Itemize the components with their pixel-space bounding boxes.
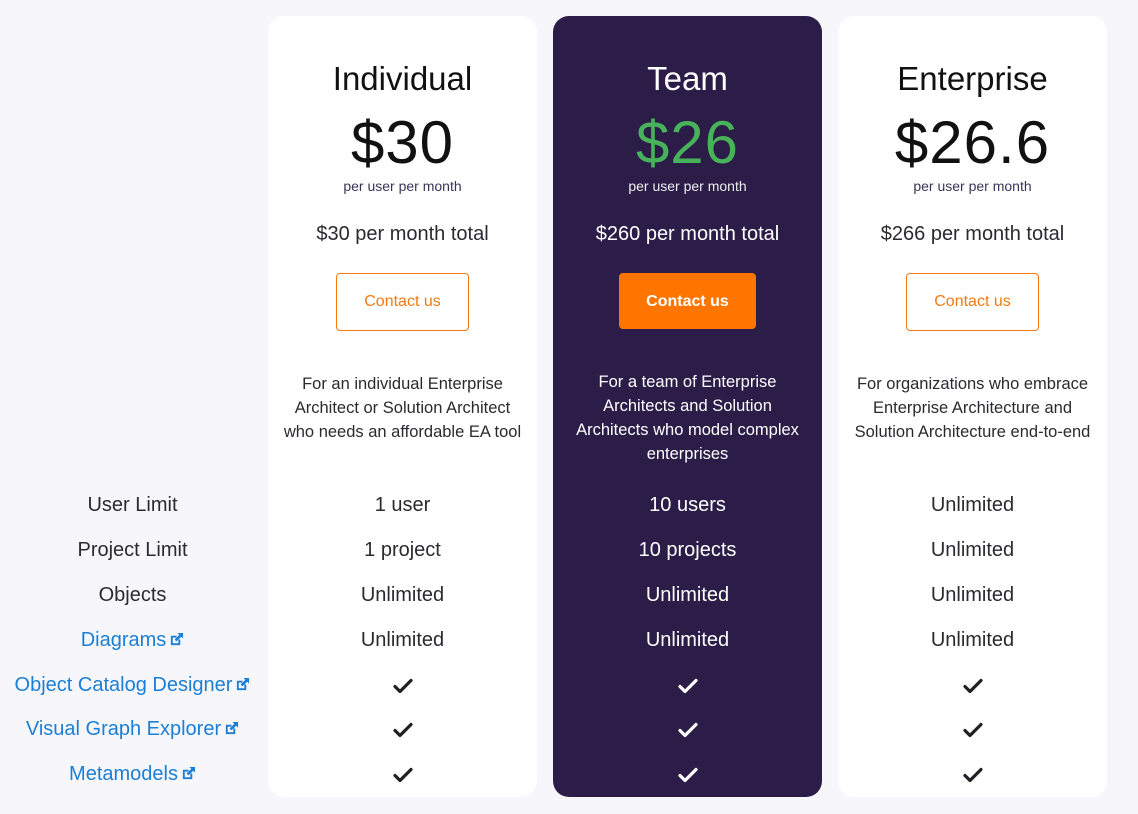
feature-value: Unlimited	[360, 629, 445, 651]
feature-label-project-limit: Project Limit	[0, 535, 265, 565]
check-icon	[677, 678, 698, 693]
external-link-icon	[226, 721, 239, 735]
feature-check	[268, 714, 537, 744]
plan-name: Enterprise	[897, 60, 1048, 97]
feature-check	[553, 714, 822, 744]
check-icon	[392, 678, 413, 693]
plan-card-individual: Individual $30 per user per month $30 pe…	[268, 16, 537, 797]
check-icon	[962, 722, 983, 737]
feature-link-visual-graph-explorer[interactable]: Visual Graph Explorer	[0, 714, 265, 744]
feature-link-text[interactable]: Metamodels	[69, 763, 178, 785]
feature-link-diagrams[interactable]: Diagrams	[0, 625, 265, 655]
feature-link-text[interactable]: Visual Graph Explorer	[26, 718, 221, 740]
plan-name: Team	[647, 60, 728, 97]
plan-description: For a team of Enterprise Architects and …	[576, 373, 799, 463]
plan-total: $266 per month total	[880, 223, 1065, 245]
plan-card-team: Team $26 per user per month $260 per mon…	[553, 16, 822, 797]
plan-price: $30	[350, 109, 455, 176]
feature-check	[268, 670, 537, 700]
feature-check	[553, 670, 822, 700]
feature-check	[268, 759, 537, 789]
external-link-icon	[171, 632, 184, 646]
feature-label-text: Objects	[98, 584, 167, 606]
check-icon	[962, 767, 983, 782]
feature-link-text[interactable]: Diagrams	[81, 629, 167, 651]
plan-description: For an individual Enterprise Architect o…	[283, 375, 522, 441]
contact-us-button[interactable]: Contact us	[906, 273, 1039, 331]
check-icon	[392, 722, 413, 737]
feature-labels-column: User Limit Project Limit Objects Diagram…	[0, 0, 265, 814]
feature-check	[838, 759, 1107, 789]
feature-value: Unlimited	[930, 629, 1015, 651]
feature-value: Unlimited	[930, 494, 1015, 516]
check-icon	[392, 767, 413, 782]
feature-check	[838, 670, 1107, 700]
feature-value: 1 project	[364, 539, 441, 561]
feature-link-metamodels[interactable]: Metamodels	[0, 759, 265, 789]
feature-value: 10 users	[649, 494, 726, 516]
feature-value: Unlimited	[645, 629, 730, 651]
plan-description: For organizations who embrace Enterprise…	[854, 375, 1091, 441]
plan-card-enterprise: Enterprise $26.6 per user per month $266…	[838, 16, 1107, 797]
feature-value: Unlimited	[645, 584, 730, 606]
plan-total: $30 per month total	[316, 223, 489, 245]
feature-link-text[interactable]: Object Catalog Designer	[15, 674, 233, 696]
contact-us-button[interactable]: Contact us	[336, 273, 469, 331]
plan-price: $26.6	[894, 109, 1051, 176]
feature-label-text: Project Limit	[77, 539, 188, 561]
external-link-icon	[237, 677, 250, 691]
price-unit: per user per month	[343, 178, 462, 194]
feature-check	[553, 759, 822, 789]
price-unit: per user per month	[913, 178, 1032, 194]
feature-value: 10 projects	[638, 539, 737, 561]
feature-value: Unlimited	[360, 584, 445, 606]
feature-link-object-catalog-designer[interactable]: Object Catalog Designer	[0, 670, 265, 700]
feature-value: Unlimited	[930, 584, 1015, 606]
feature-check	[838, 714, 1107, 744]
feature-label-text: User Limit	[87, 494, 178, 516]
check-icon	[677, 722, 698, 737]
external-link-icon	[182, 766, 196, 780]
plan-name: Individual	[332, 60, 473, 97]
feature-label-objects: Objects	[0, 580, 265, 610]
check-icon	[677, 767, 698, 782]
feature-value: Unlimited	[930, 539, 1015, 561]
price-unit: per user per month	[628, 178, 747, 194]
plan-total: $260 per month total	[595, 223, 780, 245]
feature-value: 1 user	[374, 494, 431, 516]
feature-label-user-limit: User Limit	[0, 490, 265, 520]
check-icon	[962, 678, 983, 693]
contact-us-button[interactable]: Contact us	[619, 273, 756, 329]
plan-price: $26	[635, 109, 740, 176]
